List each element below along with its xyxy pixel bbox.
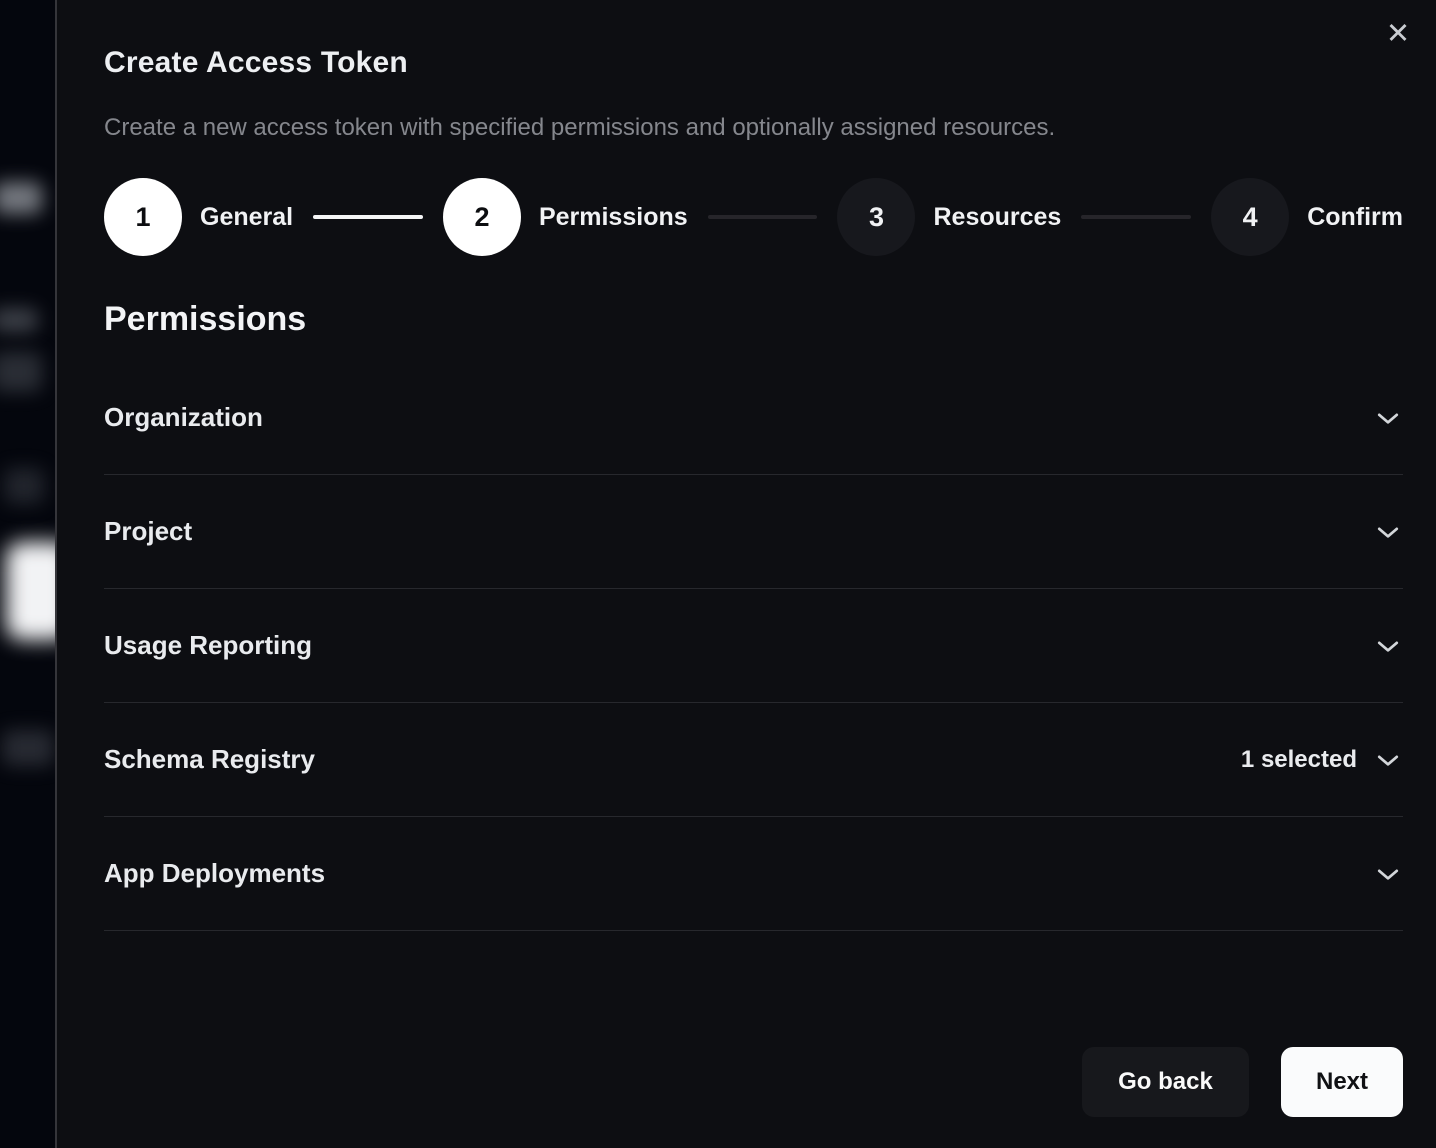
chevron-down-icon[interactable] <box>1373 859 1403 889</box>
step-connector <box>313 215 423 219</box>
step-general-label: General <box>200 203 293 232</box>
step-resources-number: 3 <box>837 178 915 256</box>
permissions-list: Organization Project Usage Reporting <box>104 361 1403 931</box>
stepper: 1 General 2 Permissions 3 Resources 4 Co… <box>104 178 1403 256</box>
perm-row-label: Usage Reporting <box>104 630 312 661</box>
perm-row-app-deployments[interactable]: App Deployments <box>104 817 1403 931</box>
permissions-heading: Permissions <box>104 300 1403 339</box>
perm-row-usage-reporting[interactable]: Usage Reporting <box>104 589 1403 703</box>
perm-row-label: Schema Registry <box>104 744 315 775</box>
chevron-down-icon[interactable] <box>1373 631 1403 661</box>
perm-row-organization[interactable]: Organization <box>104 361 1403 475</box>
chevron-down-icon[interactable] <box>1373 403 1403 433</box>
chevron-down-icon[interactable] <box>1373 745 1403 775</box>
background-page <box>0 0 57 1148</box>
modal-title: Create Access Token <box>104 46 1403 80</box>
step-general-number: 1 <box>104 178 182 256</box>
background-blur-logo <box>0 182 42 214</box>
step-permissions-number: 2 <box>443 178 521 256</box>
step-confirm[interactable]: 4 Confirm <box>1211 178 1403 256</box>
step-connector <box>708 215 818 219</box>
perm-row-project[interactable]: Project <box>104 475 1403 589</box>
perm-row-label: Organization <box>104 402 263 433</box>
step-resources-label: Resources <box>933 203 1061 232</box>
step-permissions-label: Permissions <box>539 203 688 232</box>
perm-row-schema-registry[interactable]: Schema Registry 1 selected <box>104 703 1403 817</box>
modal-subtitle: Create a new access token with specified… <box>104 114 1403 142</box>
chevron-down-icon[interactable] <box>1373 517 1403 547</box>
next-button[interactable]: Next <box>1281 1047 1403 1117</box>
step-confirm-number: 4 <box>1211 178 1289 256</box>
close-icon[interactable]: ✕ <box>1378 14 1418 54</box>
step-permissions[interactable]: 2 Permissions <box>443 178 688 256</box>
background-blur-text <box>2 730 54 766</box>
step-confirm-label: Confirm <box>1307 203 1403 232</box>
step-resources[interactable]: 3 Resources <box>837 178 1061 256</box>
step-general[interactable]: 1 General <box>104 178 293 256</box>
perm-row-label: App Deployments <box>104 858 325 889</box>
perm-row-label: Project <box>104 516 192 547</box>
background-blur-card <box>6 542 57 640</box>
create-access-token-modal: ✕ Create Access Token Create a new acces… <box>55 0 1436 1148</box>
modal-footer: Go back Next <box>104 1047 1403 1117</box>
background-blur-icon <box>4 468 44 504</box>
background-blur-text <box>0 308 38 332</box>
perm-row-badge: 1 selected <box>1241 746 1357 774</box>
step-connector <box>1081 215 1191 219</box>
go-back-button[interactable]: Go back <box>1082 1047 1249 1117</box>
background-blur-text <box>0 352 42 392</box>
